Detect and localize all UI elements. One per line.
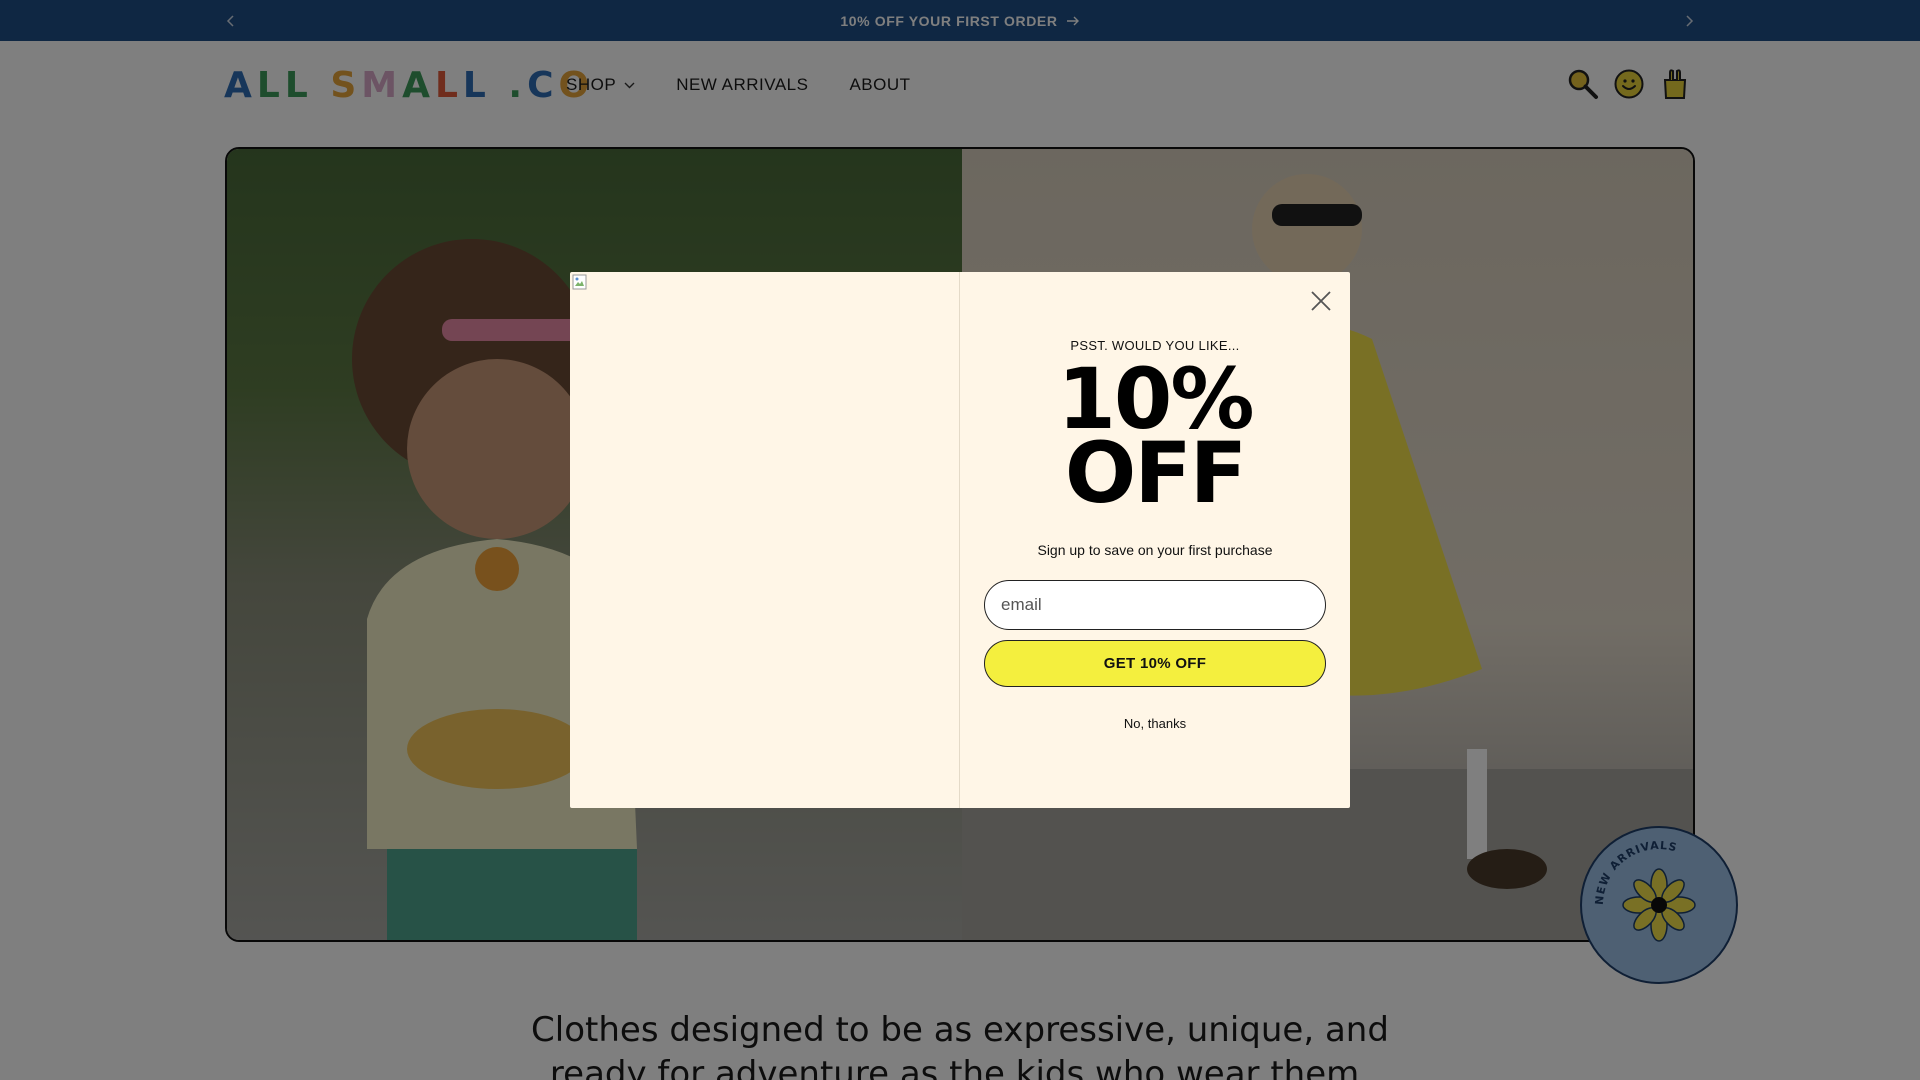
discount-popup: PSST. WOULD YOU LIKE... 10% OFF Sign up …: [570, 272, 1350, 808]
popup-headline-line-2: OFF: [1064, 424, 1247, 522]
email-field[interactable]: [984, 580, 1326, 630]
close-icon: [1311, 291, 1331, 311]
no-thanks-link[interactable]: No, thanks: [960, 716, 1350, 731]
popup-headline: 10% OFF: [960, 357, 1350, 522]
close-button[interactable]: [1308, 288, 1334, 314]
popup-subtext: Sign up to save on your first purchase: [1037, 542, 1273, 558]
popup-form: PSST. WOULD YOU LIKE... 10% OFF Sign up …: [960, 272, 1350, 808]
broken-image-icon: [572, 274, 587, 290]
get-discount-button[interactable]: GET 10% OFF: [984, 640, 1326, 687]
popup-image: [570, 272, 960, 808]
